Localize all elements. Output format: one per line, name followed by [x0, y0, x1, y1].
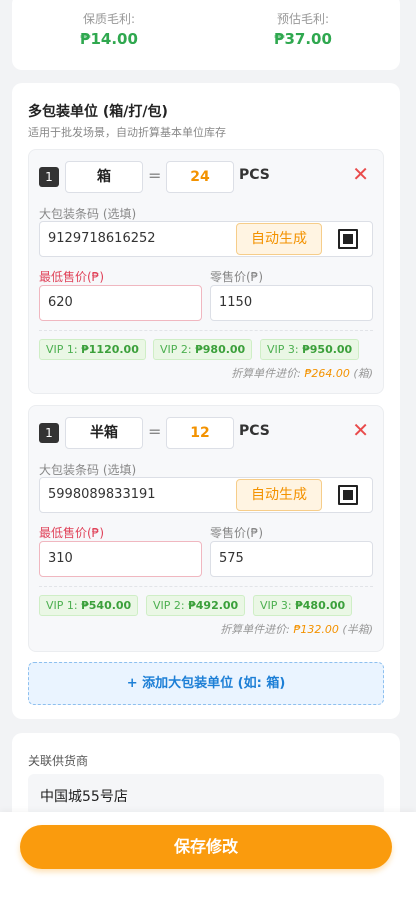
min-price-value: 310 [48, 551, 73, 566]
unit-pcs-input[interactable]: 24 [166, 161, 234, 193]
estimated-profit-value: ₱37.00 [274, 30, 332, 48]
min-price-value: 620 [48, 295, 73, 310]
auto-generate-button[interactable]: 自动生成 [236, 479, 322, 511]
guaranteed-profit-value: ₱14.00 [80, 30, 138, 48]
bottom-action-bar: 保存修改 [0, 812, 416, 905]
estimated-profit-label: 预估毛利: [276, 12, 330, 26]
retail-price-input[interactable]: 1150 [210, 285, 373, 321]
vip-price-tag: VIP 2: ₱492.00 [146, 595, 246, 616]
guaranteed-profit-label: 保质毛利: [82, 12, 136, 26]
vip-price-tag: VIP 1: ₱540.00 [39, 595, 139, 616]
barcode-input[interactable]: 5998089833191 自动生成 [39, 477, 373, 513]
supplier-select[interactable]: 中国城55号店 [28, 774, 384, 816]
add-pack-unit-button[interactable]: + 添加大包装单位 (如: 箱) [28, 662, 384, 705]
divider [39, 330, 373, 331]
retail-price-label: 零售价(₱) [210, 526, 263, 540]
estimated-profit: 预估毛利: ₱37.00 [206, 10, 400, 48]
unit-name-input[interactable]: 箱 [65, 161, 143, 193]
guaranteed-profit: 保质毛利: ₱14.00 [12, 10, 206, 48]
retail-price-input[interactable]: 575 [210, 541, 373, 577]
scan-barcode-icon[interactable] [338, 485, 358, 505]
profit-summary-card: 保质毛利: ₱14.00 预估毛利: ₱37.00 [12, 0, 400, 70]
min-price-input[interactable]: 620 [39, 285, 202, 321]
barcode-label: 大包装条码 (选填) [39, 463, 137, 477]
retail-price-value: 575 [219, 551, 244, 566]
retail-price-value: 1150 [219, 295, 253, 310]
vip-price-tag: VIP 3: ₱950.00 [260, 339, 360, 360]
min-price-input[interactable]: 310 [39, 541, 202, 577]
multi-pack-card: 多包装单位 (箱/打/包) 适用于批发场景，自动折算基本单位库存 1 箱 = 2… [12, 83, 400, 719]
supplier-label: 关联供货商 [28, 754, 89, 768]
divider [39, 586, 373, 587]
unit-qty-badge: 1 [39, 423, 59, 443]
converted-unit-cost: 折算单件进价: ₱264.00 (箱) [231, 367, 373, 380]
unit-pcs-input[interactable]: 12 [166, 417, 234, 449]
auto-generate-button[interactable]: 自动生成 [236, 223, 322, 255]
scan-barcode-icon[interactable] [338, 229, 358, 249]
unit-qty-badge: 1 [39, 167, 59, 187]
converted-unit-cost: 折算单件进价: ₱132.00 (半箱) [220, 623, 373, 636]
pack-unit-card: 1 半箱 = 12 PCS ✕ 大包装条码 (选填) 5998089833191… [28, 405, 384, 652]
pack-unit-card: 1 箱 = 24 PCS ✕ 大包装条码 (选填) 9129718616252 … [28, 149, 384, 394]
vip-price-tag: VIP 1: ₱1120.00 [39, 339, 146, 360]
vip-price-tag: VIP 3: ₱480.00 [253, 595, 353, 616]
barcode-label: 大包装条码 (选填) [39, 207, 137, 221]
barcode-value: 9129718616252 [48, 231, 156, 246]
vip-price-tag: VIP 2: ₱980.00 [153, 339, 253, 360]
remove-unit-icon[interactable]: ✕ [352, 164, 369, 184]
save-button[interactable]: 保存修改 [20, 825, 392, 869]
equals-sign: = [148, 422, 162, 441]
retail-price-label: 零售价(₱) [210, 270, 263, 284]
barcode-value: 5998089833191 [48, 487, 156, 502]
remove-unit-icon[interactable]: ✕ [352, 420, 369, 440]
unit-name-input[interactable]: 半箱 [65, 417, 143, 449]
barcode-input[interactable]: 9129718616252 自动生成 [39, 221, 373, 257]
min-price-label: 最低售价(₱) [39, 270, 104, 284]
min-price-label: 最低售价(₱) [39, 526, 104, 540]
section-subtitle: 适用于批发场景，自动折算基本单位库存 [28, 126, 226, 139]
supplier-value: 中国城55号店 [40, 789, 128, 805]
base-unit-label: PCS [239, 167, 270, 183]
equals-sign: = [148, 166, 162, 185]
section-title: 多包装单位 (箱/打/包) [28, 104, 168, 120]
base-unit-label: PCS [239, 423, 270, 439]
